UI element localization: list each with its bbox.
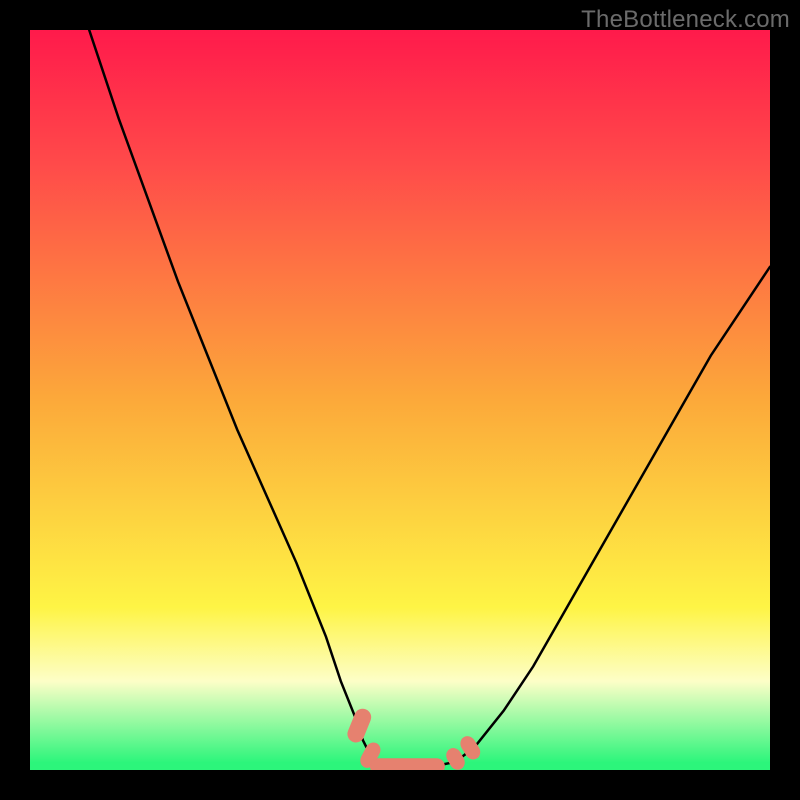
curve-right-branch bbox=[459, 267, 770, 759]
curve-left-branch bbox=[89, 30, 374, 763]
salmon-marker-left-upper bbox=[346, 707, 374, 745]
plot-area bbox=[30, 30, 770, 770]
bottleneck-curve-svg bbox=[30, 30, 770, 770]
salmon-marker-bottom-bar bbox=[370, 759, 444, 770]
chart-frame: TheBottleneck.com bbox=[0, 0, 800, 800]
watermark-text: TheBottleneck.com bbox=[581, 6, 790, 34]
